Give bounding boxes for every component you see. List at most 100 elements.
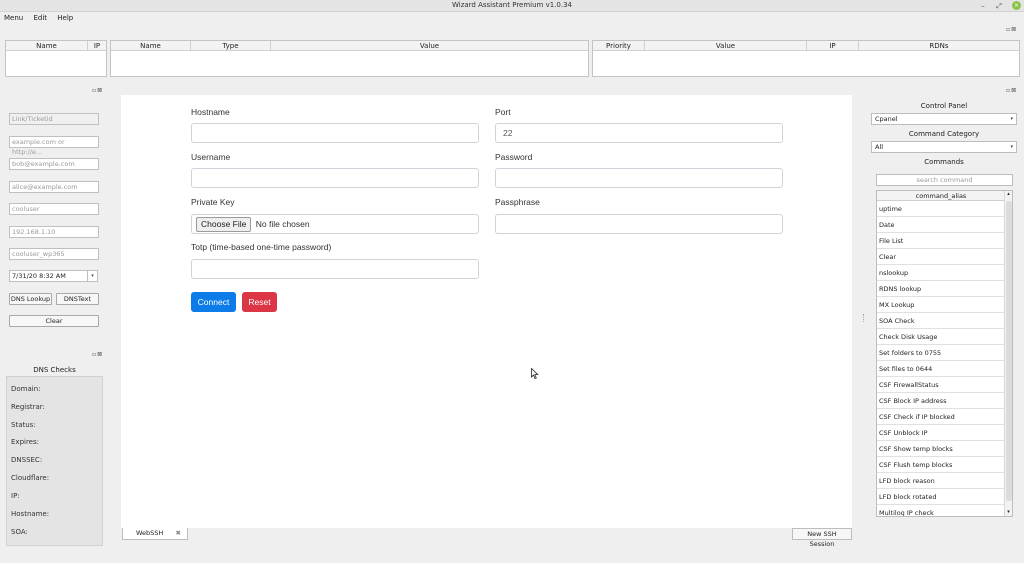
command-list-item[interactable]: Multilog IP check bbox=[877, 505, 1005, 516]
dns-checks-panel: Domain: Registrar: Status: Expires: DNSS… bbox=[6, 376, 103, 546]
dock-close-icon[interactable]: ⊠ bbox=[97, 351, 103, 358]
tab-close-icon[interactable]: ✖ bbox=[176, 528, 181, 538]
dock-close-icon[interactable]: ⊠ bbox=[97, 87, 103, 94]
tab-webssh-label: WebSSH bbox=[136, 529, 164, 537]
control-panel-value: Cpanel bbox=[875, 115, 898, 123]
left-dock-controls: ▫⊠ bbox=[92, 87, 103, 94]
menu-item-help[interactable]: Help bbox=[53, 12, 77, 24]
dns-checks-title: DNS Checks bbox=[33, 366, 76, 374]
email-input-1[interactable]: bob@example.com bbox=[9, 158, 99, 170]
scrollbar-thumb[interactable] bbox=[1006, 201, 1012, 501]
dock-close-icon[interactable]: ⊠ bbox=[1011, 87, 1017, 94]
clear-button[interactable]: Clear bbox=[9, 315, 99, 327]
scroll-up-icon[interactable]: ▴ bbox=[1005, 191, 1012, 198]
ip-input[interactable]: 192.168.1.10 bbox=[9, 226, 99, 238]
webssh-panel: Hostname Port 22 Username Password Priva… bbox=[121, 95, 852, 528]
command-list-item[interactable]: nslookup bbox=[877, 265, 1005, 281]
command-list-item[interactable]: LFD block reason bbox=[877, 473, 1005, 489]
command-list-scrollbar[interactable]: ▴ ▾ bbox=[1004, 191, 1012, 516]
command-list-item[interactable]: Date bbox=[877, 217, 1005, 233]
command-list-item[interactable]: CSF Check if IP blocked bbox=[877, 409, 1005, 425]
command-category-select[interactable]: All ▾ bbox=[871, 141, 1017, 153]
command-list[interactable]: command_alias uptime Date File List Clear ns… bbox=[876, 190, 1013, 517]
title-bar: Wizard Assistant Premium v1.0.34 – ⤢ × bbox=[0, 0, 1024, 12]
command-alias-header[interactable]: command_alias bbox=[877, 191, 1005, 201]
command-list-item[interactable]: RDNS lookup bbox=[877, 281, 1005, 297]
dns-records-table[interactable]: Name Type Value bbox=[110, 40, 589, 77]
col-value[interactable]: Value bbox=[271, 41, 588, 50]
tab-webssh[interactable]: WebSSH ✖ bbox=[122, 528, 188, 540]
command-list-item[interactable]: CSF Show temp blocks bbox=[877, 441, 1005, 457]
minimize-icon[interactable]: – bbox=[978, 1, 988, 11]
email-input-2[interactable]: alice@example.com bbox=[9, 181, 99, 193]
domain-input[interactable]: example.com or http://e... bbox=[9, 136, 99, 156]
connect-button[interactable]: Connect bbox=[191, 292, 236, 312]
close-window-icon[interactable]: × bbox=[1012, 1, 1021, 10]
splitter-handle[interactable] bbox=[863, 314, 865, 322]
command-list-item[interactable]: Clear bbox=[877, 249, 1005, 265]
private-key-label: Private Key bbox=[191, 197, 235, 207]
private-key-file-input[interactable]: Choose File No file chosen bbox=[191, 214, 479, 234]
new-ssh-session-button[interactable]: New SSH Session bbox=[792, 528, 852, 548]
command-list-item[interactable]: CSF Unblock IP bbox=[877, 425, 1005, 441]
col-value[interactable]: Value bbox=[645, 41, 807, 50]
control-panel-select[interactable]: Cpanel ▾ bbox=[871, 113, 1017, 125]
dns-row-status: Status: bbox=[11, 421, 36, 429]
command-list-item[interactable]: LFD block rotated bbox=[877, 489, 1005, 505]
hostname-input[interactable] bbox=[191, 123, 479, 143]
datetime-input[interactable]: 7/31/20 8:32 AM ▾ bbox=[9, 270, 98, 282]
user-input[interactable]: cooluser bbox=[9, 203, 99, 215]
command-list-item[interactable]: uptime bbox=[877, 201, 1005, 217]
dns-row-dnssec: DNSSEC: bbox=[11, 456, 43, 464]
menu-item-edit[interactable]: Edit bbox=[29, 12, 51, 24]
dns-row-registrar: Registrar: bbox=[11, 403, 45, 411]
tab-bar: WebSSH ✖ New SSH Session bbox=[121, 528, 852, 548]
hosts-table[interactable]: Name IP bbox=[5, 40, 107, 77]
command-list-item[interactable]: Set files to 0644 bbox=[877, 361, 1005, 377]
username-input[interactable] bbox=[191, 168, 479, 188]
passphrase-input[interactable] bbox=[495, 214, 783, 234]
totp-input[interactable] bbox=[191, 259, 479, 279]
top-dock-controls: ▫⊠ bbox=[1006, 26, 1017, 33]
menu-bar: Menu Edit Help bbox=[0, 12, 1024, 24]
col-type[interactable]: Type bbox=[191, 41, 271, 50]
command-list-item[interactable]: Set folders to 0755 bbox=[877, 345, 1005, 361]
link-ticket-input[interactable]: Link/Ticketid bbox=[9, 113, 99, 125]
port-label: Port bbox=[495, 107, 511, 117]
mx-records-table[interactable]: Priority Value IP RDNs bbox=[592, 40, 1020, 77]
command-list-item[interactable]: MX Lookup bbox=[877, 297, 1005, 313]
command-list-item[interactable]: SOA Check bbox=[877, 313, 1005, 329]
mouse-cursor-icon bbox=[531, 368, 539, 379]
col-priority[interactable]: Priority bbox=[593, 41, 645, 50]
maximize-icon[interactable]: ⤢ bbox=[994, 1, 1004, 11]
password-input[interactable] bbox=[495, 168, 783, 188]
col-name[interactable]: Name bbox=[6, 41, 88, 50]
reset-button[interactable]: Reset bbox=[242, 292, 277, 312]
command-category-title: Command Category bbox=[908, 130, 980, 138]
choose-file-button[interactable]: Choose File bbox=[196, 217, 252, 232]
command-category-value: All bbox=[875, 143, 884, 151]
chevron-down-icon[interactable]: ▾ bbox=[87, 271, 97, 281]
dns-row-domain: Domain: bbox=[11, 385, 41, 393]
scroll-down-icon[interactable]: ▾ bbox=[1005, 509, 1012, 516]
port-input[interactable]: 22 bbox=[495, 123, 783, 143]
command-list-item[interactable]: CSF FirewallStatus bbox=[877, 377, 1005, 393]
menu-item-menu[interactable]: Menu bbox=[0, 12, 27, 24]
dns-row-cloudflare: Cloudflare: bbox=[11, 474, 50, 482]
col-ip[interactable]: IP bbox=[88, 41, 106, 50]
dns-lookup-button[interactable]: DNS Lookup bbox=[9, 293, 52, 305]
command-list-item[interactable]: CSF Flush temp blocks bbox=[877, 457, 1005, 473]
command-list-item[interactable]: Check Disk Usage bbox=[877, 329, 1005, 345]
dns-text-button[interactable]: DNSText bbox=[56, 293, 99, 305]
col-rdns[interactable]: RDNs bbox=[859, 41, 1019, 50]
command-list-item[interactable]: CSF Block IP address bbox=[877, 393, 1005, 409]
command-search-input[interactable]: search command bbox=[876, 174, 1013, 186]
right-dock-controls: ▫⊠ bbox=[1006, 87, 1017, 94]
dns-row-soa: SOA: bbox=[11, 528, 28, 536]
user-wp-input[interactable]: cooluser_wp365 bbox=[9, 248, 99, 260]
datetime-value: 7/31/20 8:32 AM bbox=[12, 272, 66, 280]
dock-close-icon[interactable]: ⊠ bbox=[1011, 26, 1017, 33]
col-name[interactable]: Name bbox=[111, 41, 191, 50]
command-list-item[interactable]: File List bbox=[877, 233, 1005, 249]
col-ip[interactable]: IP bbox=[807, 41, 859, 50]
